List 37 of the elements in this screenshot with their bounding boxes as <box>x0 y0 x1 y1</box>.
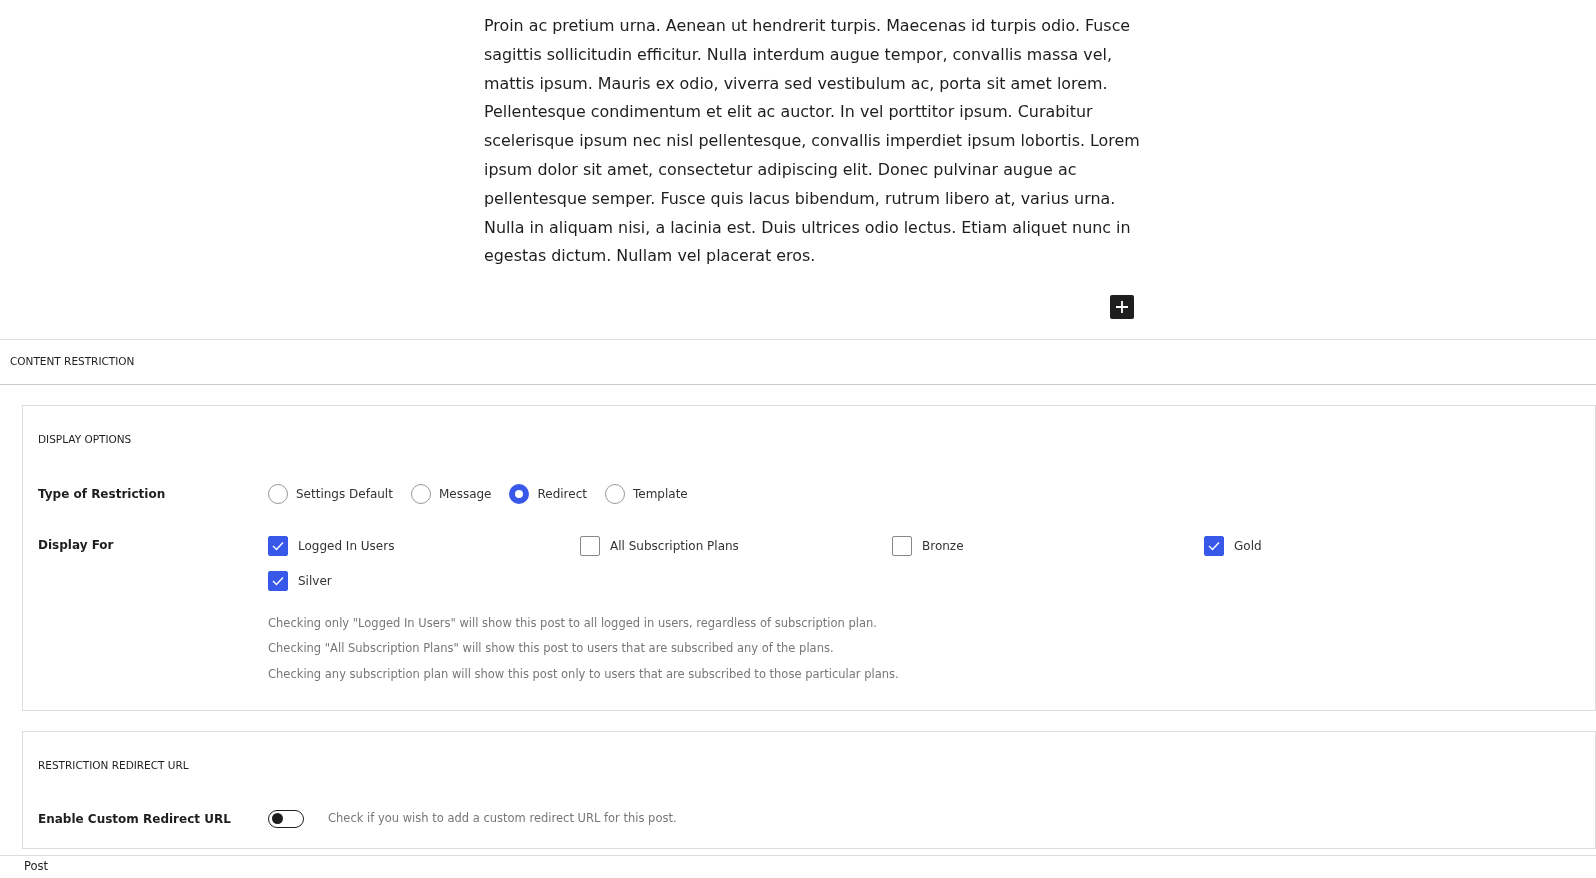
toggle-switch[interactable] <box>268 809 304 828</box>
field-label: Type of Restriction <box>38 485 167 503</box>
option-label: Template <box>633 485 688 503</box>
checkmark-icon <box>272 575 284 586</box>
help-text: Checking "All Subscription Plans" will show this post to users that are subscribed any of the plans. <box>268 640 835 658</box>
option-label: Silver <box>298 572 332 590</box>
radio-button[interactable] <box>605 483 625 504</box>
add-block-button[interactable] <box>1110 295 1134 320</box>
option-label: Redirect <box>537 485 587 503</box>
option-label: Message <box>438 485 492 503</box>
option-label: All Subscription Plans <box>610 537 739 555</box>
checkbox[interactable] <box>268 535 288 556</box>
help-text: Check if you wish to add a custom redirect URL for this post. <box>328 809 677 827</box>
option-label: Gold <box>1234 537 1262 555</box>
checkmark-icon <box>1208 540 1220 551</box>
option-label: Settings Default <box>296 485 393 503</box>
panel-header[interactable]: CONTENT RESTRICTION <box>0 339 1596 386</box>
panel-title: CONTENT RESTRICTION <box>10 354 135 370</box>
help-text: Checking only "Logged In Users" will show this post to all logged in users, regardless of subscription plan. <box>268 614 878 632</box>
checkbox[interactable] <box>580 535 600 556</box>
section-title: RESTRICTION REDIRECT URL <box>38 758 190 774</box>
field-label: Display For <box>38 536 115 554</box>
checkbox[interactable] <box>1204 535 1224 556</box>
radio-button[interactable] <box>509 483 530 504</box>
radio-button[interactable] <box>268 483 288 504</box>
option-label: Bronze <box>922 537 964 555</box>
plus-icon <box>1115 300 1129 315</box>
footer-label: Post <box>0 855 1596 875</box>
help-text: Checking any subscription plan will show this post only to users that are subscribed to those particular plans. <box>268 665 900 683</box>
section-title: DISPLAY OPTIONS <box>38 432 133 448</box>
checkbox[interactable] <box>268 570 288 591</box>
field-label: Enable Custom Redirect URL <box>38 810 232 828</box>
body-paragraph: Proin ac pretium urna. Aenean ut hendrerit turpis. Maecenas id turpis odio. Fusce sagittis sollicitudin efficitur. Nulla interdum augue tempor, convallis massa vel, mattis ipsum. Mauris ex odio, viverra sed vestibulum ac, porta sit amet lorem. Pellentesque condimentum et elit ac auctor. In vel porttitor ipsum. Curabitur scelerisque ipsum nec nisl pellentesque, convallis imperdiet ipsum lobortis. Lorem ipsum dolor sit amet, consectetur adipiscing elit. Donec pulvinar augue ac pellentesque semper. Fusce quis lacus bibendum, rutrum libero at, varius urna. Nulla in aliquam nisi, a lacinia est. Duis ultrices odio lectus. Etiam aliquet nunc in egestas dictum. Nullam vel placerat eros. <box>484 15 1141 268</box>
option-label: Logged In Users <box>298 537 395 555</box>
checkbox[interactable] <box>892 535 912 556</box>
radio-button[interactable] <box>410 483 431 504</box>
checkmark-icon <box>272 540 284 551</box>
